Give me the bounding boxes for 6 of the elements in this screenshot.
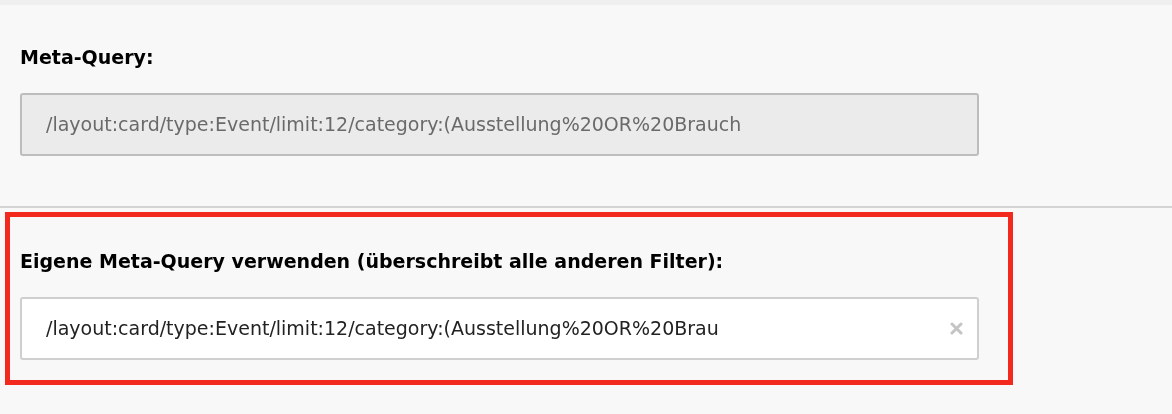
field-label: Eigene Meta-Query verwenden (überschreibt alle anderen Filter): [20, 249, 725, 273]
input-field[interactable]: /layout:card/type:Event/limit:12/category:(Ausstellung%20OR%20Brau [20, 297, 979, 360]
field-value: /layout:card/type:Event/limit:12/category:(Ausstellung%20OR%20Brauch [46, 112, 743, 138]
field-label: Meta-Query: [20, 45, 155, 69]
field-value: /layout:card/type:Event/limit:12/category:(Ausstellung%20OR%20Brau [46, 316, 720, 342]
clear-icon[interactable] [950, 322, 963, 335]
